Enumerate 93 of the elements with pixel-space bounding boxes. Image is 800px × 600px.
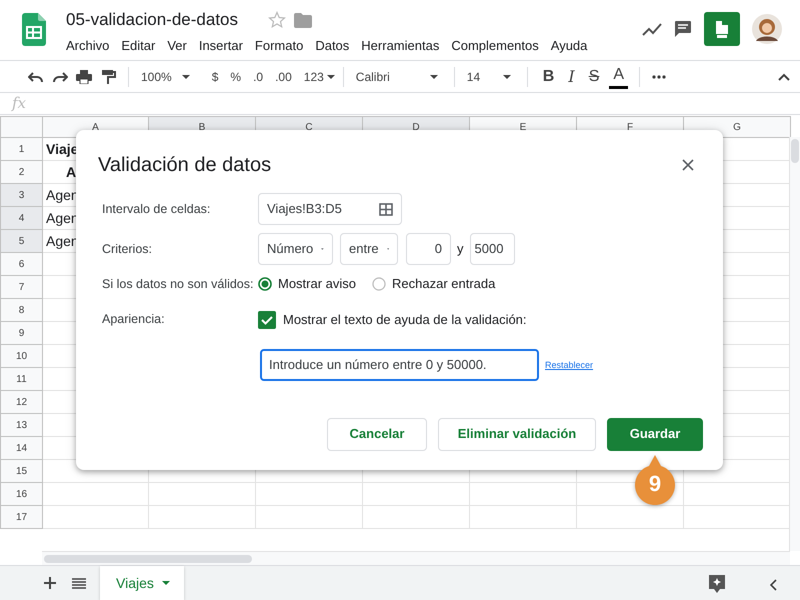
side-panel-icon[interactable] [770, 579, 777, 591]
row-header[interactable]: 5 [0, 230, 42, 252]
text-style-button[interactable]: S [584, 64, 604, 88]
sheet-tab[interactable]: Viajes [100, 566, 184, 600]
row-header[interactable]: 16 [0, 482, 42, 506]
document-title[interactable]: 05-validacion-de-datos [66, 9, 238, 31]
range-joiner-text: y [457, 240, 464, 258]
checkbox[interactable] [258, 310, 276, 329]
field-label: Criterios: [101, 240, 154, 258]
undo-icon[interactable] [28, 70, 44, 84]
callout-number: 9 [648, 473, 662, 495]
grid-select-icon[interactable] [379, 202, 393, 216]
sheet-list-icon[interactable] [72, 578, 86, 589]
max-value-field[interactable]: 5000 [470, 233, 514, 265]
comment-icon[interactable] [674, 20, 692, 38]
text-style-button[interactable]: A [609, 64, 628, 88]
row-header[interactable]: 10 [0, 344, 42, 368]
paint-format-icon[interactable] [100, 70, 116, 84]
menu-item[interactable]: Archivo [66, 36, 110, 56]
radio-button[interactable] [372, 277, 386, 291]
share-button-icon[interactable] [704, 12, 740, 46]
number-format-button[interactable]: .00 [271, 64, 296, 88]
caret-icon [321, 247, 324, 251]
caret-icon[interactable] [502, 74, 511, 78]
row-header[interactable]: 3 [0, 184, 42, 206]
row-header[interactable]: 9 [0, 322, 42, 344]
row-header[interactable]: 15 [0, 460, 42, 482]
row-header[interactable]: 4 [0, 206, 42, 230]
dialog-button[interactable]: Eliminar validación [438, 418, 596, 450]
more-icon[interactable] [652, 74, 666, 78]
explore-icon[interactable] [708, 574, 726, 594]
row-header[interactable]: 6 [0, 252, 42, 276]
caret-icon[interactable] [430, 74, 438, 78]
print-icon[interactable] [76, 70, 92, 84]
caret-icon[interactable] [326, 74, 335, 78]
field-label: Si los datos no son válidos: [101, 276, 254, 293]
font-select[interactable]: Calibri [352, 64, 430, 88]
menu-item[interactable]: Ver [167, 36, 187, 56]
row-header[interactable]: 13 [0, 414, 42, 436]
close-icon[interactable] [682, 159, 694, 171]
sheets-logo-icon [22, 13, 46, 46]
cell-text: A [66, 164, 76, 180]
scrollbar-thumb[interactable] [791, 139, 799, 163]
min-value-field[interactable]: 0 [406, 233, 451, 265]
redo-icon[interactable] [52, 70, 68, 84]
formula-label: fx [12, 93, 26, 114]
menu-item[interactable]: Ayuda [550, 36, 588, 56]
text-style-button[interactable]: I [564, 64, 579, 88]
trend-chart-icon[interactable] [642, 22, 662, 36]
reset-link[interactable]: Restablecer [545, 359, 594, 372]
criteria-type-select[interactable]: Número [258, 233, 333, 265]
row-header[interactable]: 14 [0, 436, 42, 460]
field-label: Intervalo de celdas: [101, 200, 212, 218]
condition-select[interactable]: entre [340, 233, 398, 265]
row-header[interactable]: 2 [0, 160, 42, 184]
row-header[interactable]: 7 [0, 276, 42, 298]
field-label: Apariencia: [101, 311, 166, 328]
zoom-select[interactable]: 100% [137, 64, 172, 88]
caret-icon[interactable] [182, 74, 190, 78]
menu-item[interactable]: Datos [315, 36, 350, 56]
menu-item[interactable]: Herramientas [361, 36, 440, 56]
font-size-select[interactable]: 14 [462, 64, 503, 88]
number-format-button[interactable]: $ [208, 64, 222, 88]
row-header[interactable]: 11 [0, 368, 42, 390]
radio-label[interactable]: Mostrar aviso [278, 274, 356, 294]
checkbox-label[interactable]: Mostrar el texto de ayuda de la validación: [283, 310, 527, 330]
scrollbar-thumb[interactable] [44, 555, 252, 563]
folder-icon[interactable] [294, 12, 312, 28]
collapse-icon[interactable] [778, 72, 790, 80]
row-header[interactable]: 12 [0, 390, 42, 414]
menu-item[interactable]: Formato [254, 36, 304, 56]
star-icon[interactable] [268, 11, 286, 29]
radio-button[interactable] [258, 277, 272, 291]
row-header[interactable]: 1 [0, 138, 42, 160]
add-sheet-icon[interactable] [44, 577, 56, 589]
dialog-title: Validación de datos [98, 153, 272, 178]
radio-label[interactable]: Rechazar entrada [392, 274, 496, 294]
row-header[interactable]: 17 [0, 506, 42, 528]
dialog-button[interactable]: Guardar [607, 418, 703, 450]
range-field[interactable]: Viajes!B3:D5 [258, 193, 402, 225]
number-format-button[interactable]: .0 [249, 64, 268, 88]
avatar-icon[interactable] [752, 14, 782, 44]
callout-bubble-drawing [634, 455, 676, 505]
number-format-button[interactable]: % [226, 64, 246, 88]
text-style-button[interactable]: B [538, 64, 558, 88]
menu-item[interactable]: Complementos [451, 36, 539, 56]
caret-icon [162, 581, 170, 585]
menu-item[interactable]: Editar [121, 36, 156, 56]
dialog-button[interactable]: Cancelar [327, 418, 427, 450]
help-text-field[interactable]: Introduce un número entre 0 y 50000. [260, 348, 539, 380]
menu-item[interactable]: Insertar [198, 36, 243, 56]
row-header[interactable]: 8 [0, 298, 42, 322]
number-format-button[interactable]: 123 [300, 64, 328, 88]
